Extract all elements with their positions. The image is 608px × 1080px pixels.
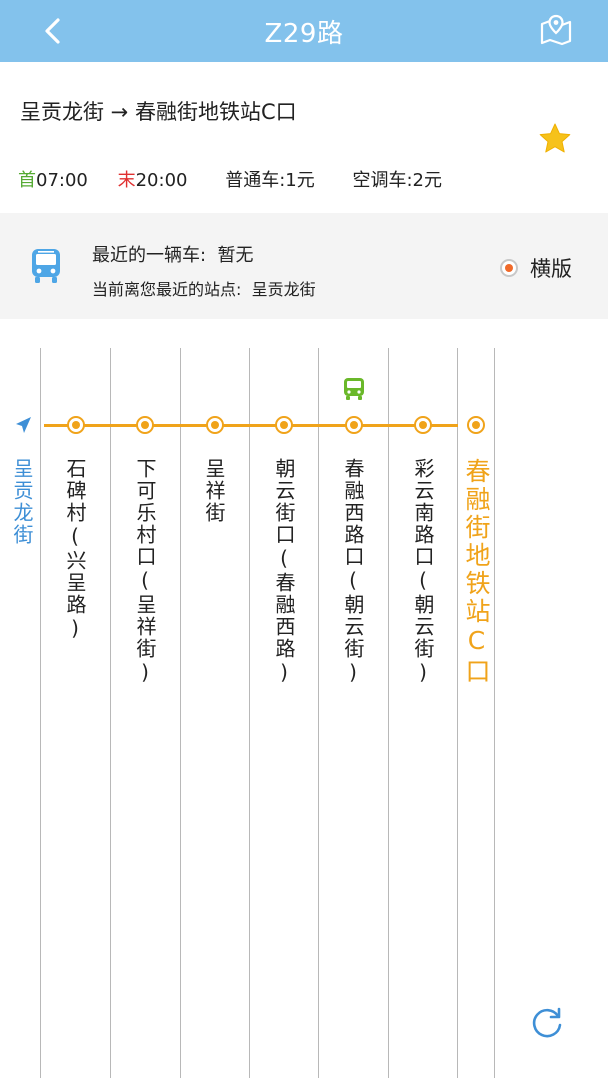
- column-divider: [249, 348, 250, 1078]
- nearest-stop-text: 当前离您最近的站点: 呈贡龙街: [92, 280, 316, 299]
- favorite-button[interactable]: [538, 122, 572, 156]
- map-pin-icon: [540, 14, 572, 46]
- first-bus-label: 首: [18, 170, 36, 191]
- column-divider: [494, 348, 495, 1078]
- normal-fare: 普通车:1元: [225, 170, 315, 191]
- route-title: 呈贡龙街 → 春融街地铁站C口: [20, 100, 297, 124]
- column-divider: [180, 348, 181, 1078]
- stop-name[interactable]: 春融西路口(朝云街): [339, 458, 367, 686]
- route-line: [44, 424, 458, 427]
- stop-dot[interactable]: [414, 416, 432, 434]
- star-icon: [539, 123, 571, 153]
- chevron-left-icon: [45, 18, 60, 44]
- bus-position-icon: [343, 377, 365, 401]
- page-title: Z29路: [264, 19, 344, 49]
- last-bus-label: 末: [117, 170, 136, 191]
- top-bar: Z29路: [0, 0, 608, 62]
- ac-fare: 空调车:2元: [352, 170, 443, 191]
- stop-name[interactable]: 石碑村(兴呈路): [61, 458, 89, 642]
- stop-name[interactable]: 下可乐村口(呈祥街): [131, 458, 159, 686]
- stop-dot[interactable]: [206, 416, 224, 434]
- back-button[interactable]: [36, 12, 74, 50]
- latest-bus-text: 最近的一辆车: 暂无: [92, 245, 254, 266]
- stop-name[interactable]: 彩云南路口(朝云街): [409, 458, 437, 686]
- column-divider: [40, 348, 41, 1078]
- stop-dot[interactable]: [345, 416, 363, 434]
- column-divider: [388, 348, 389, 1078]
- stop-name[interactable]: 呈祥街: [200, 458, 228, 524]
- last-bus-time: 20:00: [135, 170, 188, 191]
- stop-dot[interactable]: [67, 416, 85, 434]
- first-bus-time: 07:00: [36, 170, 88, 191]
- stop-dot[interactable]: [136, 416, 154, 434]
- schedule-fare-row: 首07:00 末20:00 普通车:1元 空调车:2元: [18, 166, 442, 192]
- column-divider: [457, 348, 458, 1078]
- map-button[interactable]: [538, 12, 574, 48]
- layout-label: 横版: [530, 257, 572, 281]
- stop-name[interactable]: 呈贡龙街: [8, 458, 36, 546]
- location-arrow-icon: [13, 415, 33, 435]
- refresh-icon: [532, 1007, 562, 1038]
- horizontal-layout-toggle[interactable]: 横版: [500, 254, 572, 282]
- column-divider: [318, 348, 319, 1078]
- stop-name[interactable]: 春融街地铁站C口: [461, 458, 491, 686]
- refresh-button[interactable]: [528, 1004, 566, 1042]
- stop-dot[interactable]: [467, 416, 485, 434]
- stop-dot[interactable]: [275, 416, 293, 434]
- bus-icon: [28, 247, 64, 285]
- column-divider: [110, 348, 111, 1078]
- stop-name[interactable]: 朝云街口(春融西路): [270, 458, 298, 686]
- layout-radio[interactable]: [500, 259, 518, 277]
